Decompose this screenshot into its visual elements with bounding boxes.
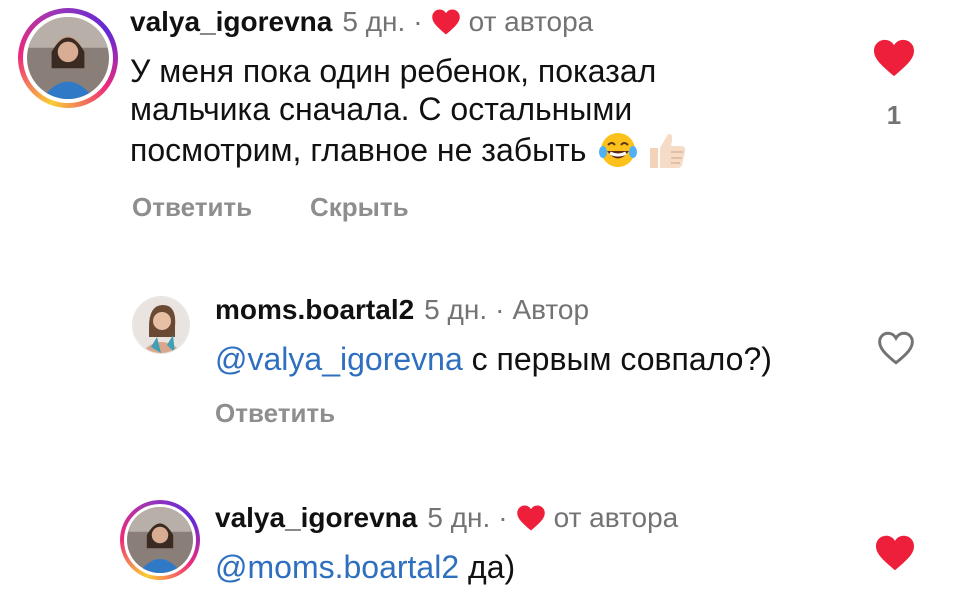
comment-meta: 5 дн. · от автора xyxy=(427,502,678,534)
comment-header: valya_igorevna 5 дн. · от автора xyxy=(215,502,678,534)
user-photo-icon xyxy=(27,17,109,99)
author-badge: от автора xyxy=(553,502,679,533)
reply-button[interactable]: Ответить xyxy=(215,398,335,429)
mention-link[interactable]: @moms.boartal2 xyxy=(215,549,459,585)
avatar[interactable] xyxy=(132,296,190,354)
avatar[interactable] xyxy=(120,500,200,580)
avatar[interactable] xyxy=(18,8,118,108)
separator: · xyxy=(495,294,505,325)
comment-line: посмотрим, главное не забыть xyxy=(130,132,587,168)
mention-link[interactable]: @valya_igorevna xyxy=(215,341,463,377)
user-photo-icon xyxy=(133,297,189,353)
reply-button[interactable]: Ответить xyxy=(132,192,252,223)
comment-3: valya_igorevna 5 дн. · от автора @moms.b… xyxy=(0,490,962,600)
heart-filled-icon xyxy=(874,39,914,77)
comment-meta: 5 дн. · Автор xyxy=(424,294,589,326)
comment-line: У меня пока один ребенок, показал xyxy=(130,53,657,89)
comment-text: @valya_igorevna с первым совпало?) xyxy=(215,340,772,378)
heart-filled-icon xyxy=(876,535,914,571)
username[interactable]: moms.boartal2 xyxy=(215,294,414,326)
comment-header: moms.boartal2 5 дн. · Автор xyxy=(215,294,589,326)
user-photo-icon xyxy=(127,507,193,573)
separator: · xyxy=(498,502,508,533)
timestamp: 5 дн. xyxy=(342,6,406,37)
timestamp: 5 дн. xyxy=(427,502,491,533)
comment-text: @moms.boartal2 да) xyxy=(215,548,515,586)
heart-filled-icon xyxy=(516,505,545,531)
comment-1: valya_igorevna 5 дн. · от автора У меня … xyxy=(0,0,962,240)
like-button[interactable] xyxy=(876,330,916,371)
heart-filled-icon xyxy=(431,9,460,35)
separator: · xyxy=(413,6,423,37)
comment-text: У меня пока один ребенок, показал мальчи… xyxy=(130,52,830,172)
timestamp: 5 дн. xyxy=(424,294,488,325)
comment-2: moms.boartal2 5 дн. · Автор @valya_igore… xyxy=(0,280,962,440)
author-badge: Автор xyxy=(512,294,590,325)
thumbs-up-emoji-icon xyxy=(650,133,686,168)
like-count: 1 xyxy=(886,100,902,130)
comment-body: да) xyxy=(459,549,516,585)
like-button[interactable] xyxy=(874,534,916,577)
author-badge: от автора xyxy=(468,6,594,37)
username[interactable]: valya_igorevna xyxy=(130,6,332,38)
like-button[interactable] xyxy=(872,38,916,83)
username[interactable]: valya_igorevna xyxy=(215,502,417,534)
comment-body: с первым совпало?) xyxy=(462,341,772,377)
comment-meta: 5 дн. · от автора xyxy=(342,6,593,38)
comment-line-3: посмотрим, главное не забыть xyxy=(130,128,830,172)
heart-outline-icon xyxy=(878,331,914,365)
laughing-tears-emoji-icon xyxy=(599,133,638,167)
comment-header: valya_igorevna 5 дн. · от автора xyxy=(130,6,593,38)
hide-button[interactable]: Скрыть xyxy=(310,192,409,223)
comment-line: мальчика сначала. С остальными xyxy=(130,91,633,127)
